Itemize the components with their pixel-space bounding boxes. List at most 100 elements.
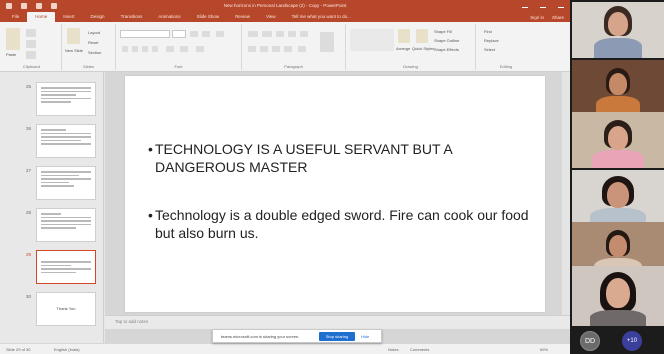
language-indicator[interactable]: English (India) <box>54 347 80 352</box>
tab-animations[interactable]: Animations <box>150 12 188 22</box>
participant-video-tile[interactable] <box>572 2 664 58</box>
cut-icon[interactable] <box>26 29 36 37</box>
increase-font-icon[interactable] <box>190 31 198 37</box>
slide-bullet-1[interactable]: • TECHNOLOGY IS A USEFUL SERVANT BUT A D… <box>148 140 535 176</box>
arrange-label[interactable]: Arrange <box>396 46 410 51</box>
align-right-icon[interactable] <box>272 46 280 52</box>
italic-icon[interactable] <box>132 46 138 52</box>
font-size-box[interactable] <box>172 30 186 38</box>
participant-video-tile[interactable] <box>572 60 664 116</box>
participant-video-tile[interactable] <box>572 266 664 326</box>
tab-design[interactable]: Design <box>83 12 113 22</box>
title-bar: New horizons in Personal Landscape (2) -… <box>0 0 570 12</box>
slide-thumbnail[interactable] <box>36 124 96 158</box>
slide-thumbnail[interactable] <box>36 208 96 242</box>
share-message: teams.microsoft.com is sharing your scre… <box>221 334 300 339</box>
screen-share-notification: teams.microsoft.com is sharing your scre… <box>212 329 382 343</box>
increase-indent-icon[interactable] <box>288 31 296 37</box>
thumbnail-number: 25 <box>26 84 32 89</box>
new-slide-icon[interactable] <box>67 28 80 44</box>
minimize-icon[interactable] <box>522 3 528 8</box>
decrease-font-icon[interactable] <box>202 31 210 37</box>
justify-icon[interactable] <box>284 46 292 52</box>
participant-video-tile[interactable] <box>572 170 664 226</box>
paste-icon[interactable] <box>6 28 20 50</box>
shapes-gallery[interactable] <box>350 29 394 51</box>
notes-pane[interactable]: Tap to add notes <box>105 315 570 329</box>
line-spacing-icon[interactable] <box>300 31 308 37</box>
copy-icon[interactable] <box>26 40 36 48</box>
participants-panel: DD +10 <box>572 0 664 354</box>
thumbnail-number: 29 <box>26 252 32 257</box>
slide-thumbnail[interactable] <box>36 82 96 116</box>
zoom-level[interactable]: 69% <box>540 347 548 352</box>
slide-bullet-2[interactable]: • Technology is a double edged sword. Fi… <box>148 206 535 242</box>
maximize-icon[interactable] <box>540 3 546 8</box>
slide-thumbnail-selected[interactable] <box>36 250 96 284</box>
section-button[interactable]: Section <box>88 50 101 55</box>
strikethrough-icon[interactable] <box>152 46 158 52</box>
tab-review[interactable]: Review <box>227 12 258 22</box>
quick-styles-icon[interactable] <box>416 29 428 43</box>
thumbnail-number: 30 <box>26 294 32 299</box>
stop-sharing-button[interactable]: Stop sharing <box>319 332 355 341</box>
share-button[interactable]: Share <box>552 13 564 22</box>
bullet-icon: • <box>148 141 153 157</box>
avatar[interactable]: DD <box>580 331 600 351</box>
paragraph-group-label: Paragraph <box>284 64 303 69</box>
reset-button[interactable]: Reset <box>88 40 98 45</box>
sign-in-link[interactable]: Sign in <box>530 13 544 22</box>
format-painter-icon[interactable] <box>26 51 36 59</box>
tab-insert[interactable]: Insert <box>55 12 82 22</box>
slide-editing-area: • TECHNOLOGY IS A USEFUL SERVANT BUT A D… <box>105 72 570 343</box>
notes-toggle[interactable]: Notes <box>388 347 398 352</box>
shape-outline-button[interactable]: Shape Outline <box>434 38 459 43</box>
underline-icon[interactable] <box>142 46 148 52</box>
close-icon[interactable] <box>558 3 564 8</box>
paragraph-group: Paragraph <box>242 24 346 70</box>
more-participants-badge[interactable]: +10 <box>622 331 642 351</box>
shape-fill-button[interactable]: Shape Fill <box>434 29 452 34</box>
vertical-scrollbar[interactable] <box>562 72 570 315</box>
text-direction-icon[interactable] <box>320 32 334 52</box>
align-center-icon[interactable] <box>260 46 268 52</box>
bold-icon[interactable] <box>122 46 128 52</box>
tab-file[interactable]: File <box>4 12 27 22</box>
slide-thumbnail[interactable] <box>36 166 96 200</box>
tab-home[interactable]: Home <box>27 12 56 22</box>
drawing-group: Arrange Quick Styles Shape Fill Shape Ou… <box>346 24 476 70</box>
participant-video-tile[interactable] <box>572 112 664 168</box>
tab-view[interactable]: View <box>258 12 284 22</box>
hide-button[interactable]: Hide <box>361 334 369 339</box>
clear-format-icon[interactable] <box>216 31 224 37</box>
font-name-box[interactable] <box>120 30 170 38</box>
change-case-icon[interactable] <box>180 46 188 52</box>
tab-transitions[interactable]: Transitions <box>113 12 151 22</box>
tab-slide-show[interactable]: Slide Show <box>189 12 228 22</box>
layout-button[interactable]: Layout <box>88 30 100 35</box>
font-color-icon[interactable] <box>196 46 204 52</box>
numbering-icon[interactable] <box>262 31 272 37</box>
slide-thumbnail[interactable]: Thank You <box>36 292 96 326</box>
bullet-icon: • <box>148 207 153 223</box>
find-button[interactable]: Find <box>484 29 492 34</box>
columns-icon[interactable] <box>298 46 306 52</box>
decrease-indent-icon[interactable] <box>276 31 284 37</box>
replace-button[interactable]: Replace <box>484 38 499 43</box>
new-slide-label[interactable]: New Slide <box>65 48 83 53</box>
slide-bullet-text: TECHNOLOGY IS A USEFUL SERVANT BUT A DAN… <box>155 141 452 175</box>
arrange-icon[interactable] <box>398 29 410 43</box>
char-spacing-icon[interactable] <box>166 46 174 52</box>
font-group-label: Font <box>174 64 183 69</box>
select-button[interactable]: Select <box>484 47 495 52</box>
clipboard-group-label: Clipboard <box>22 64 41 69</box>
bullets-icon[interactable] <box>248 31 258 37</box>
slide-count: Slide 29 of 30 <box>6 347 31 352</box>
quick-styles-label[interactable]: Quick Styles <box>412 46 434 51</box>
comments-toggle[interactable]: Comments <box>410 347 429 352</box>
align-left-icon[interactable] <box>248 46 256 52</box>
thumbnail-text: Thank You <box>56 306 76 311</box>
shape-effects-button[interactable]: Shape Effects <box>434 47 459 52</box>
current-slide[interactable]: • TECHNOLOGY IS A USEFUL SERVANT BUT A D… <box>125 76 545 312</box>
tell-me-box[interactable]: Tell me what you want to do... <box>284 12 359 22</box>
